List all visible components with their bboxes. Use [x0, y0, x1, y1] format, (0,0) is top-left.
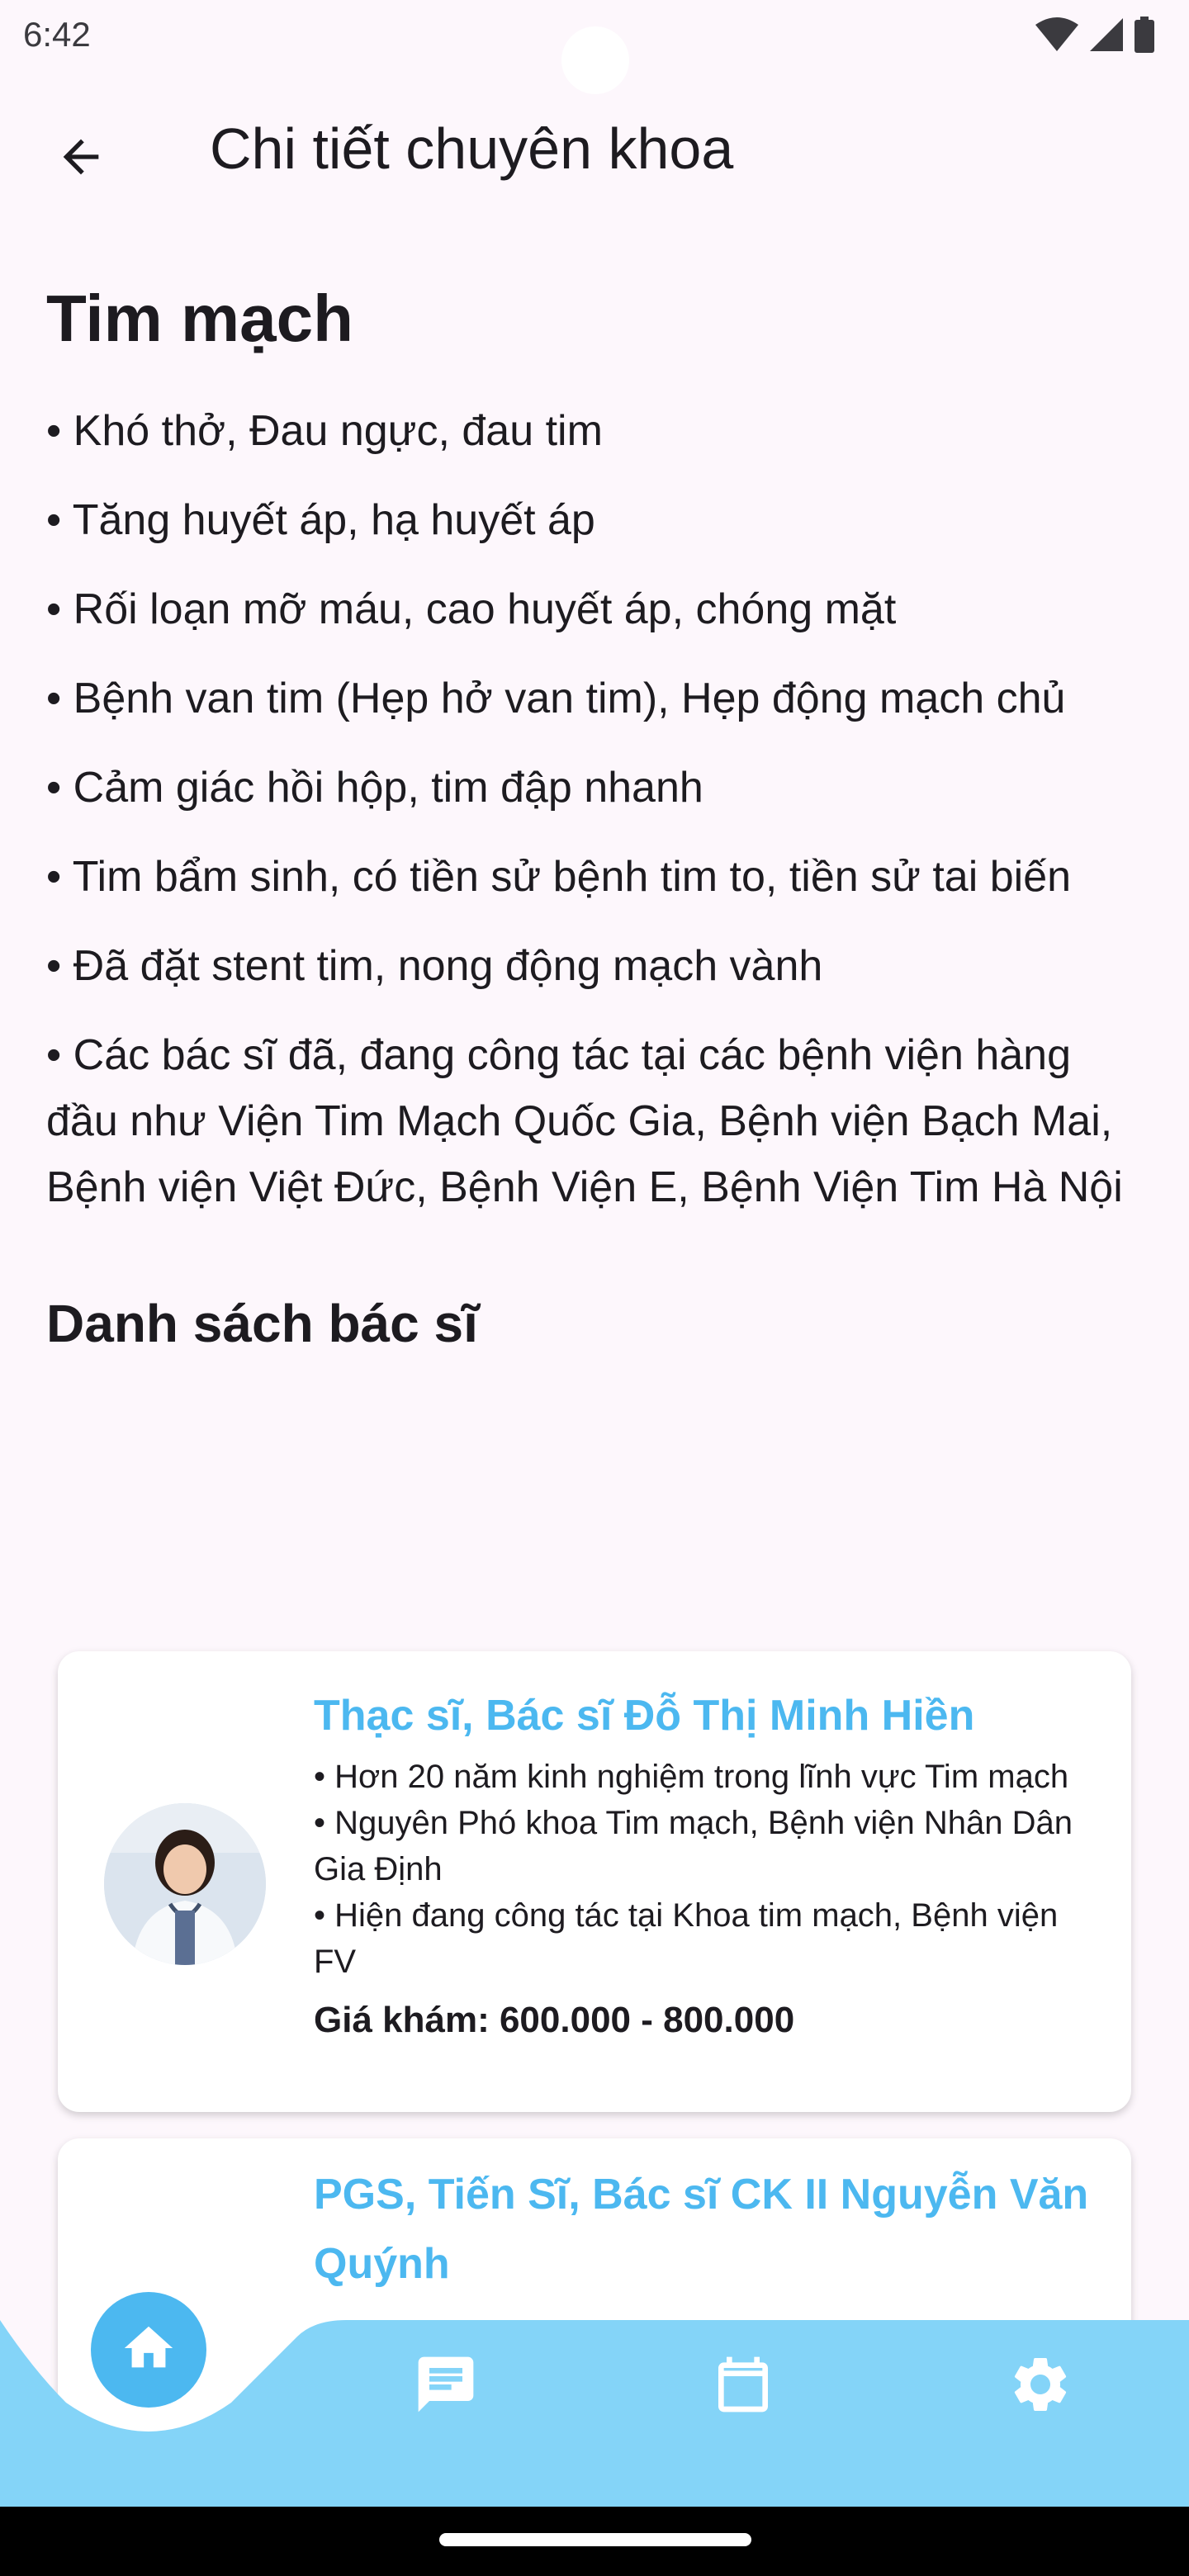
camera-cutout — [561, 26, 629, 94]
arrow-left-icon — [54, 130, 107, 187]
doctor-list-title: Danh sách bác sĩ — [46, 1294, 478, 1353]
wifi-icon — [1034, 17, 1080, 53]
doctor-info-line: • Nguyên Phó khoa Tim mạch, Bệnh viện Nh… — [314, 1805, 1073, 1887]
doctor-avatar — [104, 1803, 266, 1965]
specialty-content: Tim mạch • Khó thở, Đau ngực, đau tim • … — [46, 281, 1136, 1354]
system-nav-bar — [0, 2507, 1189, 2576]
specialty-bullet: • Bệnh van tim (Hẹp hở van tim), Hẹp độn… — [46, 675, 1066, 722]
doctor-card-body: Thạc sĩ, Bác sĩ Đỗ Thị Minh Hiền • Hơn 2… — [314, 1681, 1098, 2041]
doctor-info-line: • Hiện đang công tác tại Khoa tim mạch, … — [314, 1897, 1059, 1980]
doctor-card-body: PGS, Tiến Sĩ, Bác sĩ CK II Nguyễn Văn Qu… — [314, 2160, 1098, 2299]
specialty-bullet: • Khó thở, Đau ngực, đau tim — [46, 407, 603, 455]
specialty-bullet-list: • Khó thở, Đau ngực, đau tim • Tăng huyế… — [46, 398, 1136, 1220]
page-title: Chi tiết chuyên khoa — [210, 116, 734, 181]
nav-home-button[interactable] — [91, 2292, 206, 2408]
specialty-bullet: • Tim bẩm sinh, có tiền sử bệnh tim to, … — [46, 853, 1072, 901]
status-time: 6:42 — [23, 15, 91, 54]
specialty-bullet: • Cảm giác hồi hộp, tim đập nhanh — [46, 764, 703, 812]
nav-calendar-button[interactable] — [702, 2345, 784, 2427]
status-icons — [1034, 17, 1156, 53]
gesture-handle[interactable] — [439, 2533, 751, 2546]
nav-chat-button[interactable] — [405, 2345, 487, 2427]
signal-icon — [1088, 17, 1125, 53]
specialty-title: Tim mạch — [46, 282, 353, 355]
doctor-name[interactable]: PGS, Tiến Sĩ, Bác sĩ CK II Nguyễn Văn Qu… — [314, 2160, 1098, 2299]
specialty-bullet: • Rối loạn mỡ máu, cao huyết áp, chóng m… — [46, 585, 897, 633]
doctor-info-list: • Hơn 20 năm kinh nghiệm trong lĩnh vực … — [314, 1754, 1098, 1985]
app-bar: Chi tiết chuyên khoa — [0, 99, 1189, 206]
nav-settings-button[interactable] — [999, 2345, 1082, 2427]
specialty-bullet: • Các bác sĩ đã, đang công tác tại các b… — [46, 1031, 1123, 1211]
doctor-info-line: • Hơn 20 năm kinh nghiệm trong lĩnh vực … — [314, 1759, 1069, 1795]
back-button[interactable] — [41, 119, 121, 198]
calendar-icon — [710, 2351, 776, 2422]
specialty-bullet: • Tăng huyết áp, hạ huyết áp — [46, 496, 595, 544]
settings-icon — [1007, 2351, 1073, 2422]
doctor-card[interactable]: Thạc sĩ, Bác sĩ Đỗ Thị Minh Hiền • Hơn 2… — [58, 1651, 1131, 2112]
chat-icon — [413, 2351, 479, 2422]
specialty-bullet: • Đã đặt stent tim, nong động mạch vành — [46, 942, 823, 990]
home-icon — [120, 2319, 178, 2381]
status-bar: 6:42 — [0, 0, 1189, 94]
doctor-price: Giá khám: 600.000 - 800.000 — [314, 2000, 795, 2040]
battery-icon — [1133, 17, 1156, 53]
doctor-name[interactable]: Thạc sĩ, Bác sĩ Đỗ Thị Minh Hiền — [314, 1681, 1098, 1750]
